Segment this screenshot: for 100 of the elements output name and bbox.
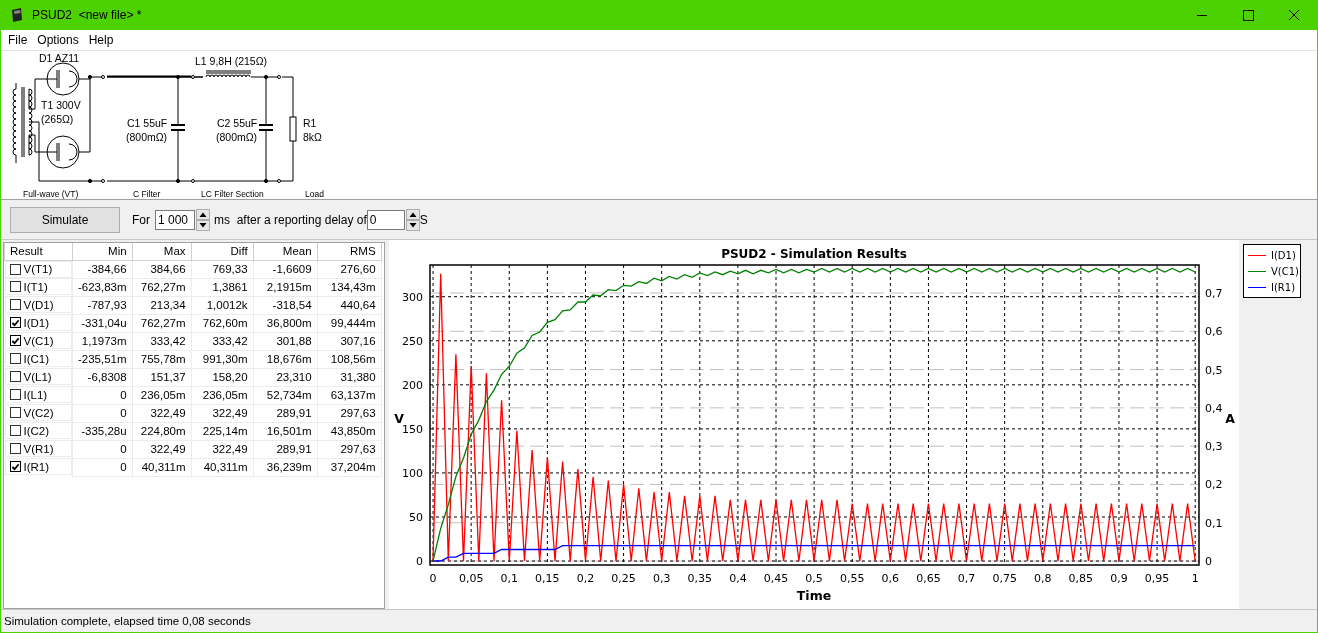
- delay-field[interactable]: 0: [366, 209, 405, 230]
- tick-label: 0,15: [535, 572, 560, 585]
- seconds-label: S: [419, 212, 428, 227]
- spinner-arrows-icon[interactable]: [405, 208, 420, 231]
- result-name: V(C1): [23, 334, 54, 347]
- tick-label: 0,45: [763, 572, 789, 585]
- tick-label: 0,1: [1205, 516, 1223, 530]
- column-header[interactable]: Mean: [253, 243, 318, 260]
- component-label: (800mΩ): [216, 131, 258, 143]
- column-header[interactable]: Min: [72, 243, 133, 260]
- component-label: D1 AZ11: [39, 52, 80, 64]
- checkbox[interactable]: [9, 461, 21, 472]
- table-cell: 322,49: [132, 404, 192, 422]
- tick-label: 0,3: [1205, 440, 1223, 454]
- table-cell: 16,501m: [253, 422, 318, 440]
- component-label: C2 55uF: [217, 117, 258, 129]
- table-cell: 333,42: [132, 332, 192, 350]
- column-header[interactable]: Max: [132, 243, 192, 260]
- legend-label: V(C1): [1271, 265, 1299, 277]
- checkbox[interactable]: [9, 407, 21, 418]
- checkbox[interactable]: [9, 443, 21, 454]
- result-name: I(C2): [23, 424, 50, 437]
- table-cell: 384,66: [132, 260, 192, 278]
- table-cell: 36,800m: [253, 314, 318, 332]
- table-cell: 18,676m: [253, 350, 318, 368]
- checkbox[interactable]: [9, 263, 21, 275]
- checkbox[interactable]: [9, 281, 21, 292]
- chart-title: PSUD2 - Simulation Results: [721, 247, 907, 261]
- checkbox[interactable]: [9, 353, 21, 364]
- checkbox[interactable]: [9, 425, 21, 436]
- tick-label: 250: [402, 334, 423, 348]
- tick-label: 50: [409, 511, 423, 524]
- table-cell: -623,83m: [72, 278, 133, 296]
- duration-field[interactable]: 1 000: [155, 209, 195, 230]
- table-cell: 322,49: [132, 440, 192, 458]
- spinner-arrows-icon[interactable]: [196, 208, 210, 231]
- tick-label: 0,8: [1034, 572, 1052, 585]
- for-label: For: [132, 212, 150, 227]
- menu-item[interactable]: Help: [83, 33, 119, 47]
- column-header[interactable]: RMS: [317, 243, 382, 260]
- table-cell: 2,1915m: [253, 278, 318, 296]
- tick-label: 0,85: [1068, 572, 1094, 585]
- checkbox[interactable]: [9, 389, 21, 400]
- result-name: V(T1): [23, 263, 53, 275]
- column-header[interactable]: Result: [4, 243, 73, 260]
- component-label: 8kΩ: [303, 131, 322, 143]
- result-name: V(L1): [23, 370, 52, 383]
- table-cell: 52,734m: [253, 386, 318, 404]
- tick-label: 0,5: [805, 572, 823, 585]
- tick-label: 1: [1191, 572, 1199, 585]
- tick-label: 0,2: [576, 572, 595, 585]
- table-cell: -235,51m: [72, 350, 133, 368]
- component-label: C1 55uF: [127, 117, 168, 129]
- table-cell: 43,850m: [317, 422, 382, 440]
- section-label: Load: [305, 189, 324, 199]
- table-cell: 0: [72, 458, 133, 476]
- table-cell: 63,137m: [317, 386, 382, 404]
- table-cell: 762,27m: [132, 314, 192, 332]
- tick-label: 0,75: [992, 572, 1017, 585]
- menu-item[interactable]: Options: [32, 33, 84, 47]
- tick-label: 0,3: [652, 572, 671, 585]
- table-cell: 762,60m: [191, 314, 254, 332]
- table-cell: -384,66: [72, 260, 133, 278]
- table-cell: -787,93: [72, 296, 133, 314]
- checkbox[interactable]: [9, 335, 21, 346]
- section-label: Full-wave (VT): [23, 189, 79, 199]
- table-cell: 108,56m: [317, 350, 382, 368]
- checkbox[interactable]: [9, 371, 21, 382]
- table-cell: 297,63: [317, 440, 382, 458]
- result-name: V(R1): [23, 442, 54, 455]
- section-label: LC Filter Section: [201, 189, 264, 199]
- table-cell: 1,0012k: [191, 296, 254, 314]
- table-cell: 236,05m: [191, 386, 254, 404]
- checkbox[interactable]: [9, 317, 21, 328]
- result-name: V(C2): [23, 406, 54, 419]
- tick-label: 0,25: [611, 572, 636, 585]
- simulate-button[interactable]: Simulate: [10, 206, 120, 233]
- menu-item[interactable]: File: [3, 33, 33, 47]
- table-cell: -331,04u: [72, 314, 133, 332]
- tick-label: 0,05: [458, 572, 484, 585]
- table-cell: 0: [72, 404, 133, 422]
- table-cell: 333,42: [191, 332, 254, 350]
- result-name: I(D1): [23, 316, 50, 329]
- tick-label: 0,35: [687, 572, 713, 585]
- tick-label: 0: [416, 555, 423, 569]
- table-cell: 755,78m: [132, 350, 192, 368]
- table-cell: 0: [72, 386, 133, 404]
- tick-label: 0,1: [500, 572, 518, 585]
- table-cell: 40,311m: [191, 458, 254, 476]
- table-cell: 213,34: [132, 296, 192, 314]
- checkbox[interactable]: [9, 299, 21, 310]
- table-cell: 289,91: [253, 440, 318, 458]
- axis-title: Time: [796, 588, 832, 603]
- result-name: I(L1): [23, 388, 48, 401]
- result-name: I(C1): [23, 352, 50, 365]
- column-header[interactable]: Diff: [191, 243, 254, 260]
- tick-label: 300: [402, 290, 423, 304]
- tick-label: 0: [429, 572, 437, 585]
- table-cell: 297,63: [317, 404, 382, 422]
- table-cell: 1,3861: [191, 278, 254, 296]
